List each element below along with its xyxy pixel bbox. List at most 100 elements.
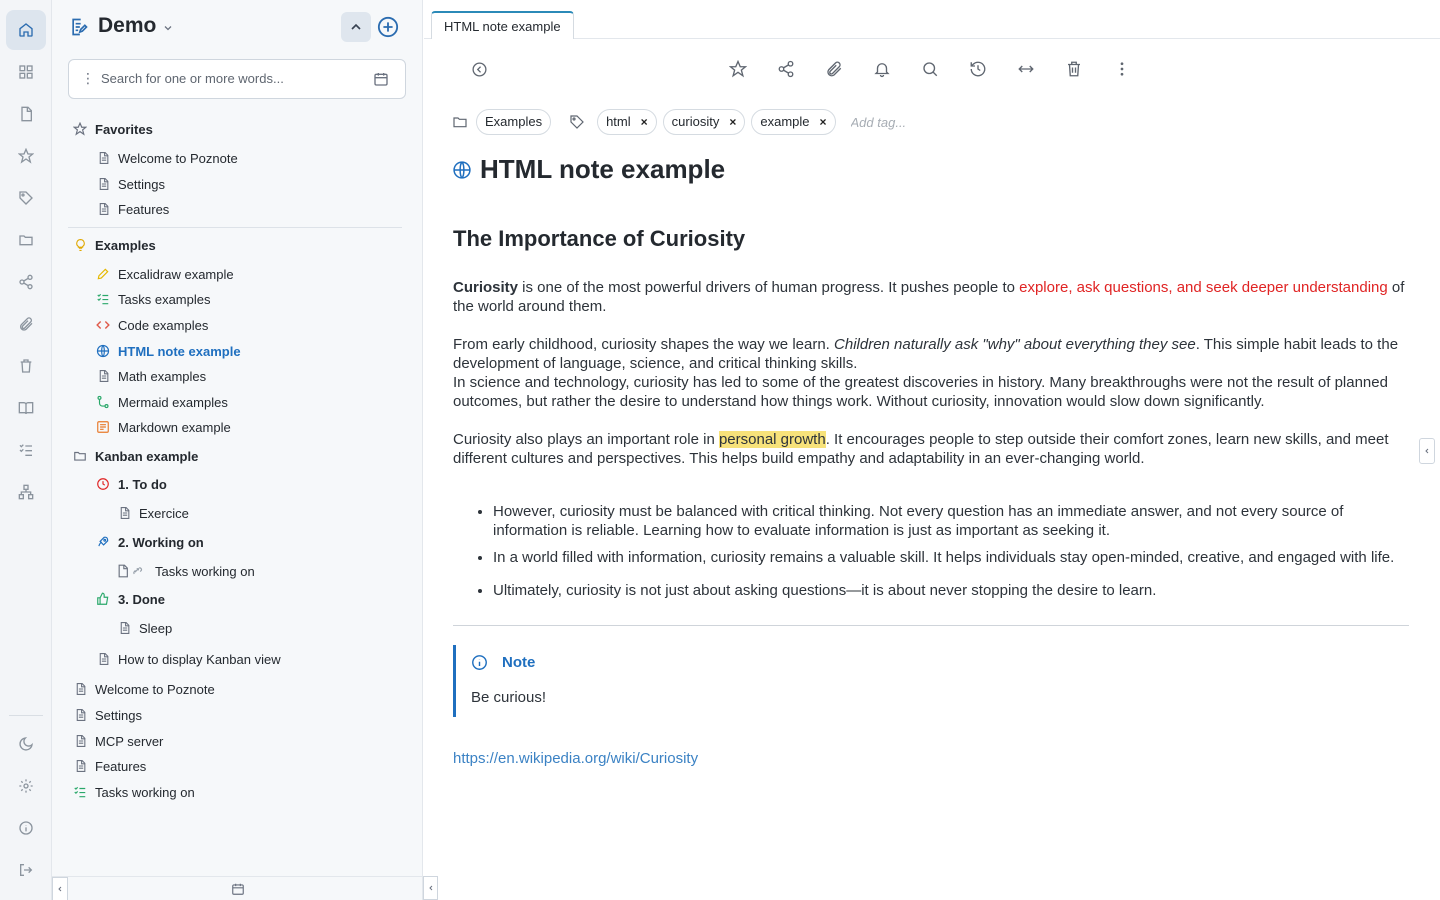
favorites-icon[interactable] <box>6 136 46 176</box>
chevron-down-icon[interactable] <box>162 22 174 34</box>
tree-item[interactable]: 3. Done <box>96 588 165 610</box>
tab-html-note-example[interactable]: HTML note example <box>431 11 574 39</box>
tree-item-label: 3. Done <box>118 591 165 607</box>
search-options-icon[interactable]: ⋮ <box>81 70 95 87</box>
tree-item-label: Features <box>95 758 147 774</box>
tree-item[interactable]: Kanban example <box>73 445 198 467</box>
tree-item[interactable]: Markdown example <box>96 416 231 438</box>
hierarchy-icon[interactable] <box>6 472 46 512</box>
tab-bar: HTML note example <box>424 0 1440 39</box>
trash-icon[interactable] <box>6 346 46 386</box>
folder-chip[interactable]: Examples <box>476 109 552 135</box>
note-content[interactable]: The Importance of Curiosity Curiosity is… <box>453 224 1409 768</box>
calendar-icon[interactable] <box>373 71 389 87</box>
tree-item[interactable]: Math examples <box>96 365 206 387</box>
tree-item[interactable]: Features <box>73 755 146 777</box>
remove-tag-icon[interactable]: × <box>641 110 648 134</box>
book-icon[interactable] <box>6 388 46 428</box>
tree-item[interactable]: MCP server <box>73 730 163 752</box>
share-note-icon[interactable] <box>775 58 797 80</box>
p2-text-a: From early childhood, curiosity shapes t… <box>453 336 835 353</box>
tree-item-label: Markdown example <box>118 419 231 435</box>
home-icon[interactable] <box>6 10 46 50</box>
tree-item-label: 1. To do <box>118 476 167 492</box>
tag-chip[interactable]: example × <box>751 109 836 135</box>
callout-title: Note <box>502 654 536 671</box>
tree-item[interactable]: Settings <box>73 704 142 726</box>
tasks-icon[interactable] <box>6 430 46 470</box>
bell-icon[interactable] <box>871 58 893 80</box>
tree-item-label: Excalidraw example <box>118 266 234 282</box>
attachment-icon[interactable] <box>6 304 46 344</box>
tree-item-label: Welcome to Poznote <box>118 150 238 166</box>
add-tag-input[interactable] <box>850 114 951 130</box>
document-icon <box>73 708 87 722</box>
notes-icon[interactable] <box>6 94 46 134</box>
tree-item-label: Tasks working on <box>155 563 255 579</box>
history-icon[interactable] <box>967 58 989 80</box>
document-icon <box>96 369 110 383</box>
folders-icon[interactable] <box>6 220 46 260</box>
tree-item-label: Tasks working on <box>95 784 195 800</box>
share-icon[interactable] <box>6 262 46 302</box>
tree-item[interactable]: HTML note example <box>96 340 241 362</box>
calendar-footer-icon[interactable] <box>231 882 245 896</box>
document-icon <box>96 652 110 666</box>
dark-mode-icon[interactable] <box>6 724 46 764</box>
favorite-star-icon[interactable] <box>727 58 749 80</box>
tags-icon[interactable] <box>6 178 46 218</box>
tree-item-label: 2. Working on <box>118 534 204 550</box>
content-heading: The Importance of Curiosity <box>453 226 746 251</box>
icon-rail <box>0 0 52 900</box>
thumbs-up-icon <box>96 592 110 606</box>
back-icon[interactable] <box>468 58 490 80</box>
tag-chip[interactable]: curiosity × <box>662 109 746 135</box>
callout-body: Be curious! <box>471 689 547 706</box>
remove-tag-icon[interactable]: × <box>820 110 827 134</box>
tree-item-label: Welcome to Poznote <box>95 681 215 697</box>
tree-item[interactable]: Sleep <box>117 617 172 639</box>
highlighted-text: personal growth <box>718 431 826 448</box>
tree-item[interactable]: Examples <box>73 234 156 256</box>
tree-item[interactable]: Settings <box>96 173 165 195</box>
p1-text-a: is one of the most powerful drivers of h… <box>518 279 1020 296</box>
tree-item[interactable]: Tasks working on <box>73 781 195 803</box>
collapse-all-button[interactable] <box>341 12 371 42</box>
tree-item[interactable]: 2. Working on <box>96 531 204 553</box>
tag-chip[interactable]: html × <box>597 109 657 135</box>
wikipedia-link[interactable]: https://en.wikipedia.org/wiki/Curiosity <box>453 749 1409 768</box>
settings-icon[interactable] <box>6 766 46 806</box>
search-icon[interactable] <box>919 58 941 80</box>
more-options-icon[interactable] <box>1111 58 1133 80</box>
tree-item[interactable]: Features <box>96 198 169 220</box>
tree-item[interactable]: Welcome to Poznote <box>96 147 238 169</box>
expand-width-icon[interactable] <box>1015 58 1037 80</box>
tree-item[interactable]: Code examples <box>96 314 208 336</box>
tree-item[interactable]: Welcome to Poznote <box>73 678 215 700</box>
note-title[interactable]: HTML note example <box>480 154 725 185</box>
bold-text: Curiosity <box>453 279 519 296</box>
tree-item[interactable]: Favorites <box>73 118 153 140</box>
tree-item[interactable]: Excalidraw example <box>96 263 234 285</box>
tree-item-label: Math examples <box>118 368 207 384</box>
tree-item[interactable]: Tasks examples <box>96 288 210 310</box>
tree-item-label: Features <box>118 201 170 217</box>
add-note-icon[interactable] <box>377 16 399 38</box>
logout-icon[interactable] <box>6 850 46 890</box>
document-icon <box>73 734 87 748</box>
tree-item[interactable]: Mermaid examples <box>96 391 228 413</box>
delete-icon[interactable] <box>1063 58 1085 80</box>
info-icon[interactable] <box>6 808 46 848</box>
right-panel-toggle[interactable] <box>1419 438 1435 464</box>
remove-tag-icon[interactable]: × <box>729 110 736 134</box>
notebook-title[interactable]: Demo <box>98 14 156 38</box>
info-circle-icon <box>471 654 488 671</box>
dashboard-icon[interactable] <box>6 52 46 92</box>
tree-item[interactable]: Exercice <box>117 502 189 524</box>
tree-item[interactable]: 1. To do <box>96 473 167 495</box>
search-input[interactable] <box>101 71 361 86</box>
sidebar-collapse-button[interactable] <box>52 877 68 900</box>
paperclip-icon[interactable] <box>823 58 845 80</box>
tree-item[interactable]: Tasks working on <box>117 560 255 582</box>
tree-item[interactable]: How to display Kanban view <box>96 648 281 670</box>
